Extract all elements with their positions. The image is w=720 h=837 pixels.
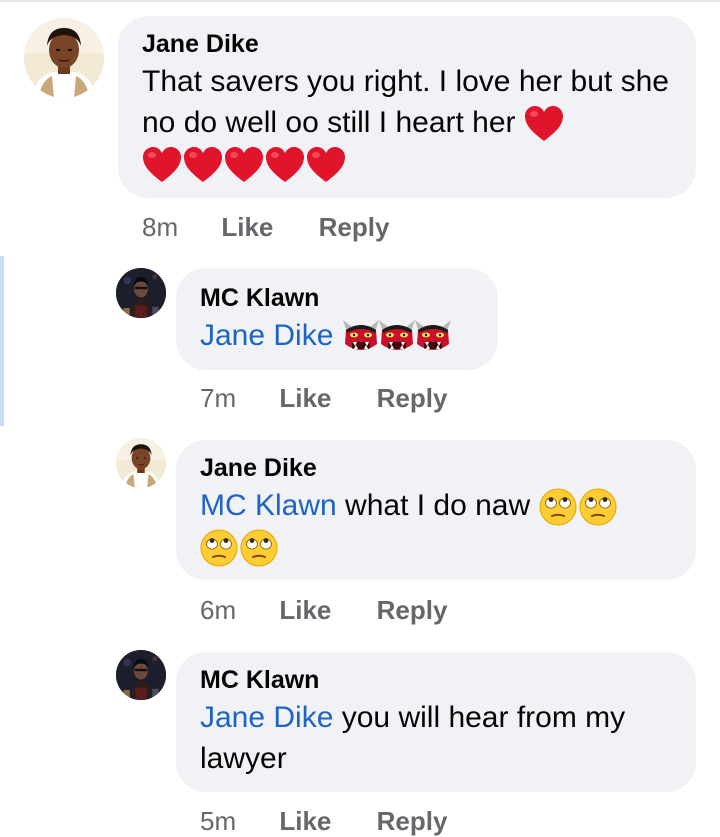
comment-author[interactable]: Jane Dike [142,30,672,59]
top-divider [0,0,720,2]
mention-link[interactable]: Jane Dike [200,319,333,352]
red-heart-icon [265,146,305,184]
comment-actions: 8m Like Reply [142,212,389,243]
mention-link[interactable]: MC Klawn [200,489,337,522]
comment-timestamp[interactable]: 8m [142,212,178,243]
comment-actions: 6m Like Reply [200,595,447,626]
reply-button[interactable]: Reply [377,383,448,414]
eye-roll-icon [200,529,238,567]
comment-timestamp[interactable]: 7m [200,383,236,414]
comment-bubble: Jane Dike MC Klawn what I do naw [176,440,696,580]
red-heart-icon [524,105,564,143]
mention-link[interactable]: Jane Dike [200,701,333,734]
reply-thread-rail [0,256,4,426]
eye-roll-icon [240,529,278,567]
like-button[interactable]: Like [279,806,331,837]
like-button[interactable]: Like [279,595,331,626]
comment-text: Jane Dike you will hear from my lawyer [200,697,672,779]
comment-bubble: MC Klawn Jane Dike you will hear from my… [176,652,696,792]
reply-button[interactable]: Reply [377,806,448,837]
ogre-icon [378,318,416,356]
comment-author[interactable]: MC Klawn [200,666,672,695]
red-heart-icon [142,146,182,184]
comment-timestamp[interactable]: 5m [200,806,236,837]
red-heart-icon [306,146,346,184]
comment-author[interactable]: Jane Dike [200,454,672,483]
red-heart-icon [224,146,264,184]
comment-bubble: Jane Dike That savers you right. I love … [118,16,696,198]
red-heart-icon [183,146,223,184]
comment-actions: 7m Like Reply [200,383,447,414]
like-button[interactable]: Like [221,212,273,243]
comment-text: That savers you right. I love her but sh… [142,61,672,184]
eye-roll-icon [539,488,577,526]
avatar[interactable] [116,438,166,488]
avatar[interactable] [24,18,104,98]
comment-text: MC Klawn what I do naw [200,485,672,567]
reply-button[interactable]: Reply [319,212,390,243]
comment-text-body: That savers you right. I love her but sh… [142,65,669,139]
avatar[interactable] [116,650,166,700]
comment-actions: 5m Like Reply [200,806,447,837]
comment-text: Jane Dike [200,315,474,356]
comment-text-body: what I do naw [336,489,531,522]
ogre-icon [414,318,452,356]
ogre-icon [342,318,380,356]
comment-bubble: MC Klawn Jane Dike [176,268,498,370]
like-button[interactable]: Like [279,383,331,414]
eye-roll-icon [579,488,617,526]
comment-timestamp[interactable]: 6m [200,595,236,626]
reply-button[interactable]: Reply [377,595,448,626]
comment-author[interactable]: MC Klawn [200,284,474,313]
avatar[interactable] [116,268,166,318]
